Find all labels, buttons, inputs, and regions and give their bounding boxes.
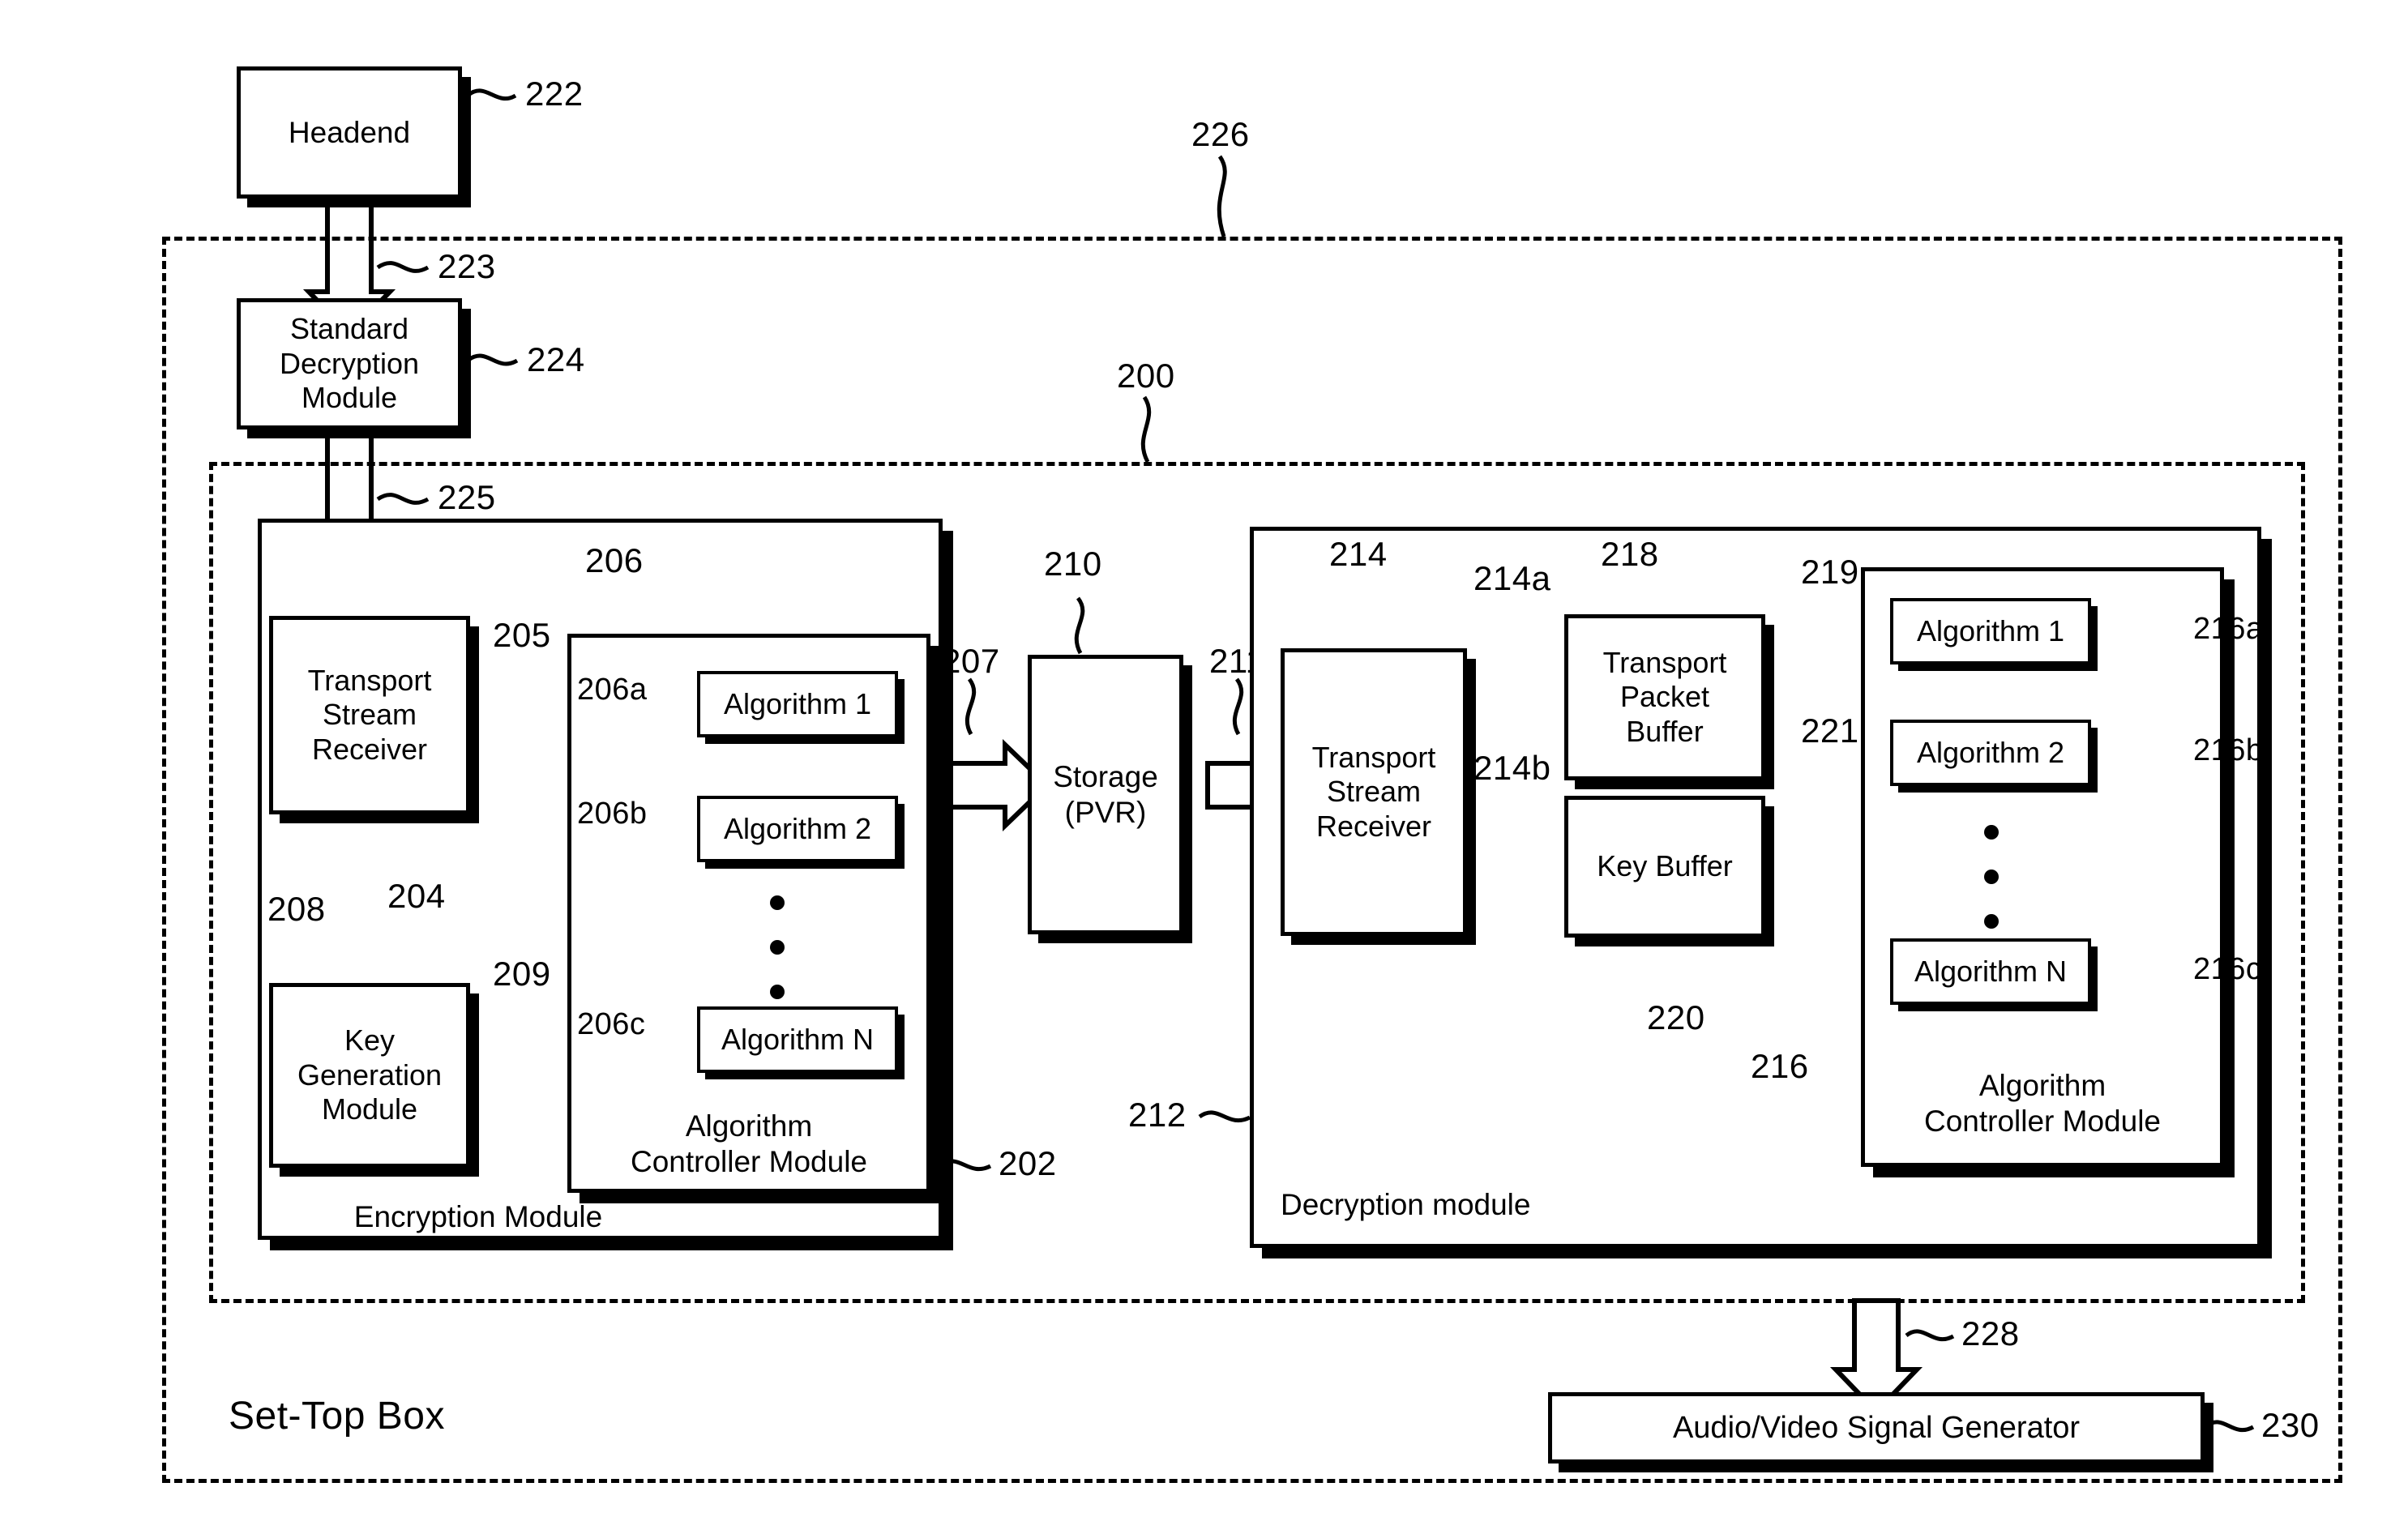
transport-packet-buffer-block[interactable]: Transport Packet Buffer [1564, 614, 1765, 780]
ref-230: 230 [2261, 1406, 2320, 1444]
ref-206b: 206b [577, 797, 648, 831]
ref-210: 210 [1044, 545, 1102, 583]
algorithm-enc-ellipsis-icon [770, 895, 785, 999]
algorithm-enc-n-label: Algorithm N [721, 1022, 875, 1056]
ref-209: 209 [493, 955, 551, 993]
headend-label: Headend [288, 115, 411, 149]
decryption-module-label: Decryption module [1281, 1188, 1531, 1221]
ref-216: 216 [1751, 1047, 1809, 1085]
patent-figure-canvas: Headend 222 223 Standard Decryption Modu… [0, 0, 2408, 1534]
ref-224: 224 [527, 340, 585, 378]
ref-206a: 206a [577, 673, 648, 707]
algorithm-dec-n-label: Algorithm N [1914, 954, 2068, 988]
ref-222: 222 [525, 75, 584, 113]
av-signal-generator-label: Audio/Video Signal Generator [1672, 1410, 2081, 1445]
algorithm-dec-2-label: Algorithm 2 [1916, 735, 2065, 769]
transport-stream-receiver-dec-block[interactable]: Transport Stream Receiver [1281, 648, 1467, 936]
ref-202: 202 [999, 1144, 1057, 1182]
transport-stream-receiver-enc-block[interactable]: Transport Stream Receiver [269, 616, 470, 814]
ref-212: 212 [1128, 1096, 1187, 1134]
headend-block[interactable]: Headend [237, 66, 462, 199]
standard-decryption-module-label: Standard Decryption Module [279, 312, 420, 415]
key-generation-module-block[interactable]: Key Generation Module [269, 983, 470, 1168]
storage-pvr-label: Storage (PVR) [1053, 759, 1158, 829]
algorithm-dec-1-label: Algorithm 1 [1916, 613, 2065, 647]
algorithm-dec-ellipsis-icon [1984, 825, 1999, 929]
ref-214b: 214b [1473, 749, 1551, 787]
key-generation-module-label: Key Generation Module [297, 1023, 443, 1126]
ref-206: 206 [585, 541, 644, 579]
ref-216a: 216a [2193, 612, 2264, 646]
key-buffer-label: Key Buffer [1597, 849, 1733, 883]
transport-stream-receiver-enc-label: Transport Stream Receiver [307, 663, 432, 766]
ref-216c: 216c [2193, 952, 2262, 986]
algorithm-dec-n-block[interactable]: Algorithm N [1890, 938, 2091, 1005]
ref-207: 207 [942, 642, 1000, 680]
encryption-module-label: Encryption Module [353, 1200, 603, 1233]
algorithm-enc-1-label: Algorithm 1 [723, 686, 872, 720]
ref-218: 218 [1601, 535, 1659, 573]
storage-pvr-block[interactable]: Storage (PVR) [1028, 655, 1183, 934]
ref-223: 223 [438, 247, 496, 285]
ref-205: 205 [493, 616, 551, 654]
ref-214a: 214a [1473, 559, 1551, 597]
ref-204: 204 [387, 877, 446, 915]
algorithm-enc-n-block[interactable]: Algorithm N [697, 1006, 898, 1073]
ref-219: 219 [1801, 553, 1859, 591]
ref-226: 226 [1191, 115, 1250, 153]
av-signal-generator-block[interactable]: Audio/Video Signal Generator [1548, 1392, 2205, 1463]
algorithm-enc-1-block[interactable]: Algorithm 1 [697, 671, 898, 737]
algorithm-dec-1-block[interactable]: Algorithm 1 [1890, 598, 2091, 664]
key-buffer-block[interactable]: Key Buffer [1564, 796, 1765, 938]
transport-stream-receiver-dec-label: Transport Stream Receiver [1311, 740, 1436, 843]
ref-206c: 206c [577, 1007, 646, 1041]
algorithm-enc-2-block[interactable]: Algorithm 2 [697, 796, 898, 862]
ref-208: 208 [267, 890, 326, 928]
algorithm-enc-2-label: Algorithm 2 [723, 811, 872, 845]
transport-packet-buffer-label: Transport Packet Buffer [1602, 645, 1727, 748]
ref-225: 225 [438, 478, 496, 516]
algorithm-controller-module-dec-label: Algorithm Controller Module [1923, 1069, 2162, 1139]
ref-221: 221 [1801, 711, 1859, 750]
set-top-box-label: Set-Top Box [229, 1395, 445, 1438]
algorithm-dec-2-block[interactable]: Algorithm 2 [1890, 720, 2091, 786]
ref-228: 228 [1961, 1314, 2020, 1352]
standard-decryption-module-block[interactable]: Standard Decryption Module [237, 298, 462, 429]
algorithm-controller-module-enc-label: Algorithm Controller Module [630, 1109, 868, 1179]
ref-220: 220 [1647, 998, 1705, 1036]
ref-216b: 216b [2193, 733, 2264, 767]
ref-214: 214 [1329, 535, 1388, 573]
ref-200: 200 [1117, 357, 1175, 395]
